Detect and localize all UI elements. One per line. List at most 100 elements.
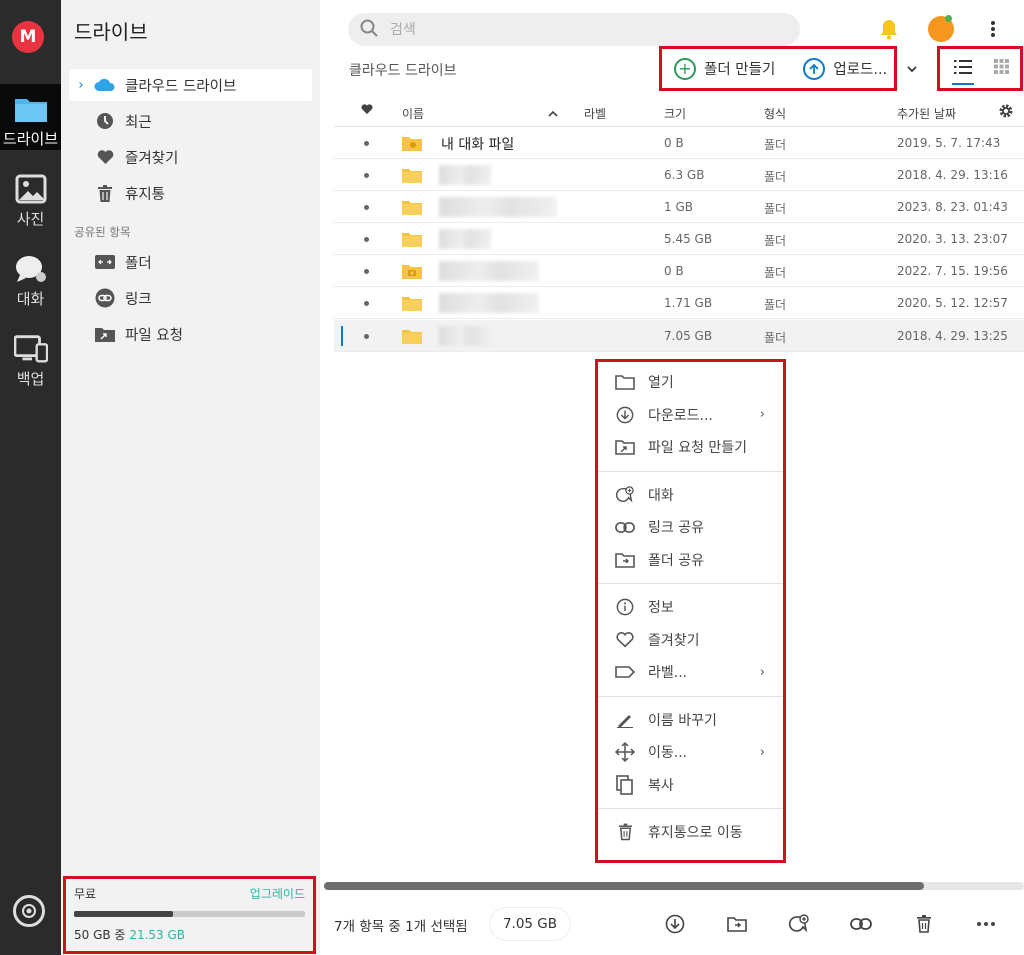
file-type: 폴더 [764,266,787,280]
new-folder-label: 폴더 만들기 [704,62,776,78]
sort-ascending-icon[interactable] [548,106,558,120]
table-row[interactable]: 6.3 GB 폴더 2018. 4. 29. 13:16 [334,159,1024,191]
upgrade-link[interactable]: 업그레이드 [250,885,305,902]
sidebar-item-shared-folders[interactable]: 폴더 [69,246,312,278]
table-row[interactable]: 0 B 폴더 2022. 7. 15. 19:56 [334,255,1024,287]
chat-plus-icon[interactable] [785,910,813,938]
table-row[interactable]: 5.45 GB 폴더 2020. 3. 13. 23:07 [334,223,1024,255]
sidebar-item-file-requests[interactable]: 파일 요청 [69,318,312,350]
sync-status-icon[interactable] [13,895,45,927]
storage-total: 50 GB 중 [74,928,126,942]
column-type[interactable]: 형식 [764,105,786,122]
list-view-button[interactable] [944,51,982,87]
new-folder-button[interactable]: + 폴더 만들기 [674,57,776,80]
download-circle-icon[interactable] [661,910,689,938]
submenu-chevron-icon: › [759,744,765,760]
link-icon [92,288,118,308]
row-favourite-dot[interactable] [364,141,369,146]
sidebar-item-cloud-drive[interactable]: › 클라우드 드라이브 [69,69,312,101]
scrollbar-thumb[interactable] [324,882,924,890]
menu-item-share-folder[interactable]: 폴더 공유 [598,544,783,577]
horizontal-scrollbar[interactable] [324,882,1024,890]
rail-item-photos[interactable]: 사진 [0,164,61,230]
file-date: 2018. 4. 29. 13:16 [897,168,1008,182]
notifications-bell-icon[interactable] [876,16,902,42]
redacted-file-name [439,293,539,313]
menu-item-label[interactable]: 라벨... › [598,656,783,689]
breadcrumb[interactable]: 클라우드 드라이브 [349,60,457,80]
menu-item-label: 휴지통으로 이동 [648,825,743,842]
rail-item-backup[interactable]: 백업 [0,324,61,390]
upload-label: 업로드... [833,62,888,78]
menu-item-label: 파일 요청 만들기 [648,440,748,457]
more-vertical-icon[interactable] [980,16,1006,42]
file-type: 폴더 [764,234,787,248]
menu-item-move-to-trash[interactable]: 휴지통으로 이동 [598,816,783,849]
menu-item-label: 복사 [648,777,674,794]
rail-item-chat[interactable]: 대화 [0,244,61,310]
row-favourite-dot[interactable] [364,269,369,274]
search-bar[interactable] [348,13,800,46]
sidebar-item-label: 링크 [125,291,152,308]
file-date: 2020. 3. 13. 23:07 [897,232,1008,246]
column-label[interactable]: 라벨 [584,105,606,122]
menu-divider [598,470,783,472]
sidebar-item-recent[interactable]: 최근 [69,105,312,137]
sidebar-item-links[interactable]: 링크 [69,282,312,314]
chevron-down-icon[interactable] [907,62,917,76]
column-settings-gear-icon[interactable] [998,103,1014,122]
upload-button[interactable]: 업로드... [803,57,888,80]
file-date: 2020. 5. 12. 12:57 [897,296,1008,310]
table-row[interactable]: 1 GB 폴더 2023. 8. 23. 01:43 [334,191,1024,223]
file-date: 2019. 5. 7. 17:43 [897,136,1001,150]
table-row[interactable]: 1.71 GB 폴더 2020. 5. 12. 12:57 [334,287,1024,319]
rail-item-drive[interactable]: 드라이브 [0,84,61,150]
sidebar-item-trash[interactable]: 휴지통 [69,177,312,209]
row-favourite-dot[interactable] [364,205,369,210]
more-horizontal-icon[interactable] [972,910,1000,938]
search-input[interactable] [390,21,750,38]
camera-uploads-folder-icon [402,265,422,279]
column-size[interactable]: 크기 [664,105,686,122]
folder-icon [402,201,422,215]
file-type: 폴더 [764,202,787,216]
folder-icon [402,169,422,183]
menu-item-label: 다운로드... [648,407,713,424]
menu-item-download[interactable]: 다운로드... › [598,399,783,432]
menu-item-chat[interactable]: 대화 [598,479,783,512]
menu-item-favourite[interactable]: 즐겨찾기 [598,624,783,657]
user-avatar-button[interactable] [928,15,954,42]
sidebar-item-favourites[interactable]: 즐겨찾기 [69,141,312,173]
menu-item-file-request[interactable]: 파일 요청 만들기 [598,431,783,464]
shared-folder-icon [92,252,118,272]
menu-item-copy[interactable]: 복사 [598,769,783,802]
chevron-right-icon[interactable]: › [73,78,89,93]
selected-size-badge: 7.05 GB [490,908,570,940]
link-icon[interactable] [847,910,875,938]
menu-item-rename[interactable]: 이름 바꾸기 [598,704,783,737]
column-date-added[interactable]: 추가된 날짜 [897,105,956,122]
share-folder-icon[interactable] [723,910,751,938]
row-favourite-dot[interactable] [364,237,369,242]
menu-item-open[interactable]: 열기 [598,366,783,399]
grid-view-button[interactable] [982,51,1020,87]
menu-item-share-link[interactable]: 링크 공유 [598,511,783,544]
file-size: 1 GB [664,200,693,214]
table-row[interactable]: 내 대화 파일 0 B 폴더 2019. 5. 7. 17:43 [334,127,1024,159]
trash-icon[interactable] [910,910,938,938]
favourite-column-heart-icon[interactable] [361,104,373,118]
row-favourite-dot[interactable] [364,334,369,339]
file-type: 폴더 [764,331,787,345]
menu-item-info[interactable]: 정보 [598,591,783,624]
menu-item-move[interactable]: 이동... › [598,736,783,769]
file-request-icon [92,324,118,344]
file-date: 2018. 4. 29. 13:25 [897,329,1008,343]
column-name[interactable]: 이름 [402,105,424,122]
table-row-selected[interactable]: 7.05 GB 폴더 2018. 4. 29. 13:25 [334,320,1024,352]
file-size: 6.3 GB [664,168,705,182]
photo-icon [14,174,48,204]
mega-logo[interactable]: M [12,21,44,53]
row-favourite-dot[interactable] [364,301,369,306]
row-favourite-dot[interactable] [364,173,369,178]
sidebar-item-label: 폴더 [125,255,152,272]
